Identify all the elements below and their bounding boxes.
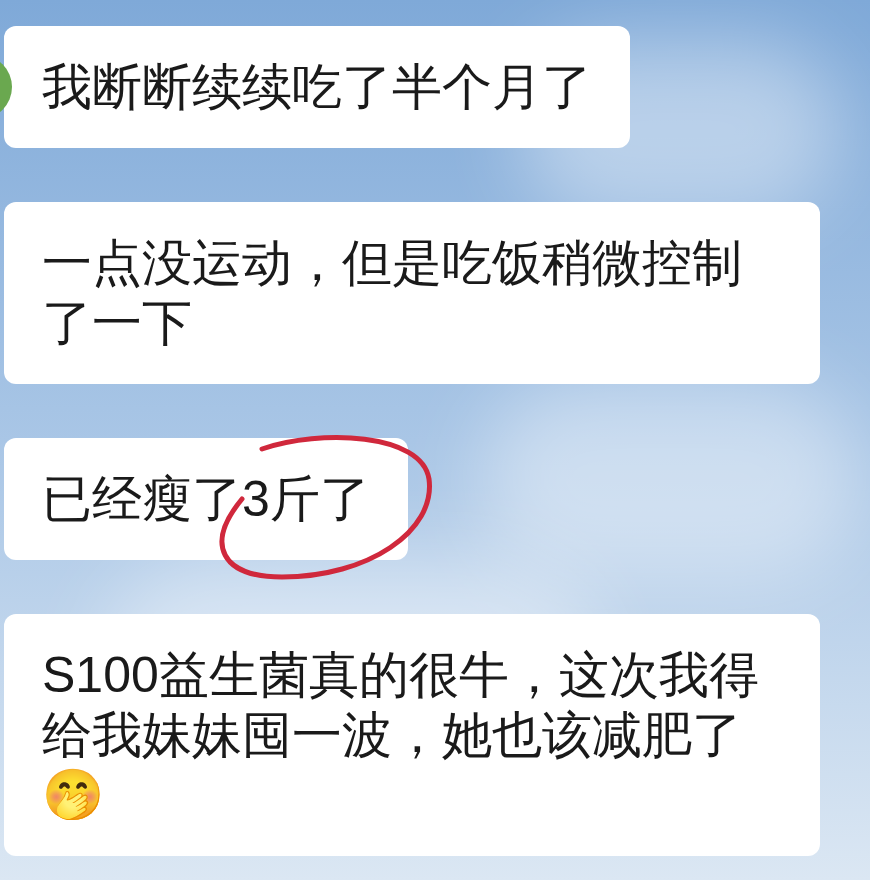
message-list: 我断断续续吃了半个月了一点没运动，但是吃饭稍微控制了一下已经瘦了3斤了 S100益…	[0, 0, 870, 856]
message-bubble[interactable]: 我断断续续吃了半个月了	[4, 26, 630, 148]
message-row: 已经瘦了3斤了	[4, 438, 408, 560]
circled-text: 3斤了	[242, 469, 370, 529]
message-row: 我断断续续吃了半个月了	[4, 26, 630, 148]
cloud	[480, 380, 860, 580]
message-text: 已经瘦了	[42, 471, 242, 527]
chat-screen: 我断断续续吃了半个月了一点没运动，但是吃饭稍微控制了一下已经瘦了3斤了 S100益…	[0, 0, 870, 880]
message-bubble[interactable]: S100益生菌真的很牛，这次我得给我妹妹囤一波，她也该减肥了🤭	[4, 614, 820, 856]
message-text: 一点没运动，但是吃饭稍微控制了一下	[42, 235, 742, 351]
message-text: S100益生菌真的很牛，这次我得给我妹妹囤一波，她也该减肥了🤭	[42, 647, 759, 823]
red-circle-icon	[200, 427, 435, 582]
message-row: 一点没运动，但是吃饭稍微控制了一下	[4, 202, 820, 384]
message-bubble[interactable]: 一点没运动，但是吃饭稍微控制了一下	[4, 202, 820, 384]
message-row: S100益生菌真的很牛，这次我得给我妹妹囤一波，她也该减肥了🤭	[4, 614, 820, 856]
message-text: 我断断续续吃了半个月了	[42, 59, 592, 115]
message-bubble[interactable]: 已经瘦了3斤了	[4, 438, 408, 560]
